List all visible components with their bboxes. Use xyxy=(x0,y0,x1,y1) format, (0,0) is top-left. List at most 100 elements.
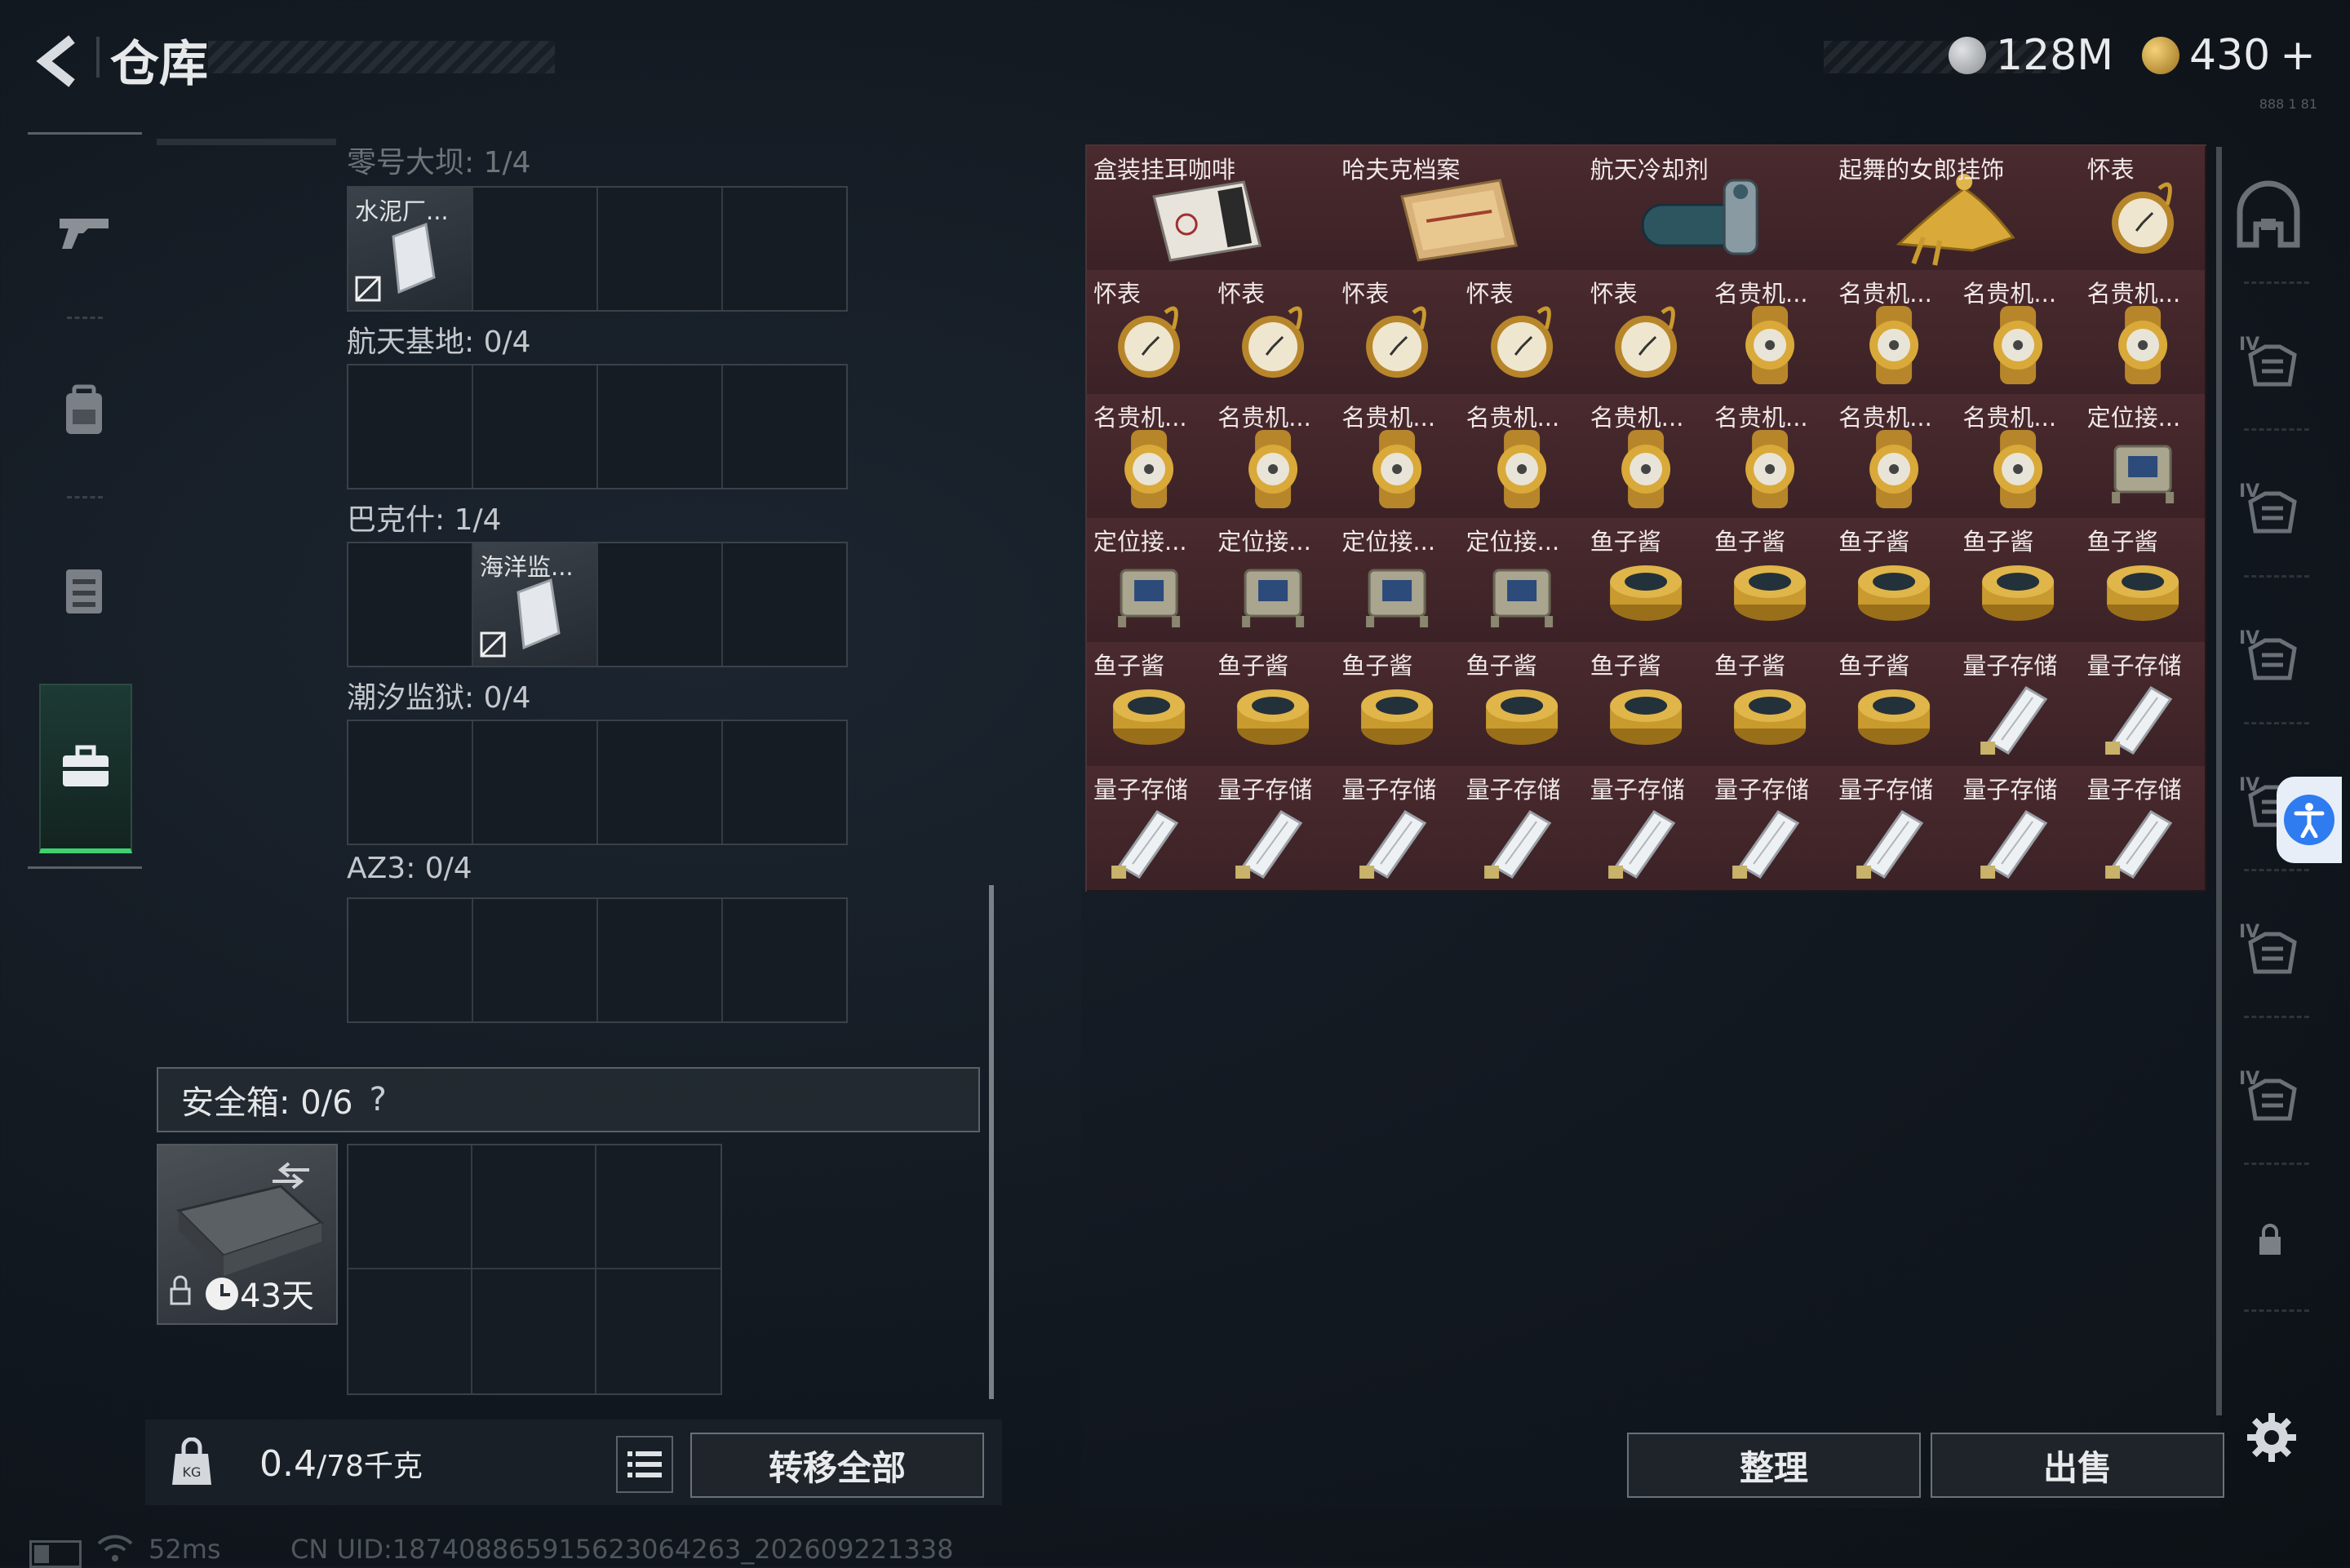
inventory-item[interactable]: 名贵机... xyxy=(1956,394,2082,520)
key-slot[interactable] xyxy=(473,899,598,1021)
key-slot[interactable] xyxy=(723,543,846,666)
inventory-item[interactable]: 航天冷却剂 xyxy=(1583,146,1834,272)
inventory-item[interactable]: 名贵机... xyxy=(2080,270,2206,396)
rail-armor-slot[interactable]: IV xyxy=(2237,330,2308,394)
inventory-item[interactable]: 定位接... xyxy=(1211,518,1337,644)
key-slot[interactable] xyxy=(473,721,598,844)
inventory-item[interactable]: 鱼子酱 xyxy=(1211,642,1337,768)
key-slot[interactable] xyxy=(598,899,723,1021)
sell-button[interactable]: 出售 xyxy=(1931,1433,2224,1498)
inventory-item[interactable]: 盒装挂耳咖啡 xyxy=(1087,146,1337,272)
inventory-item[interactable]: 鱼子酱 xyxy=(1335,642,1461,768)
rail-backpack[interactable] xyxy=(39,365,129,455)
back-button[interactable] xyxy=(24,29,90,94)
inventory-item[interactable]: 鱼子酱 xyxy=(1956,518,2082,644)
inventory-item[interactable]: 定位接... xyxy=(2080,394,2206,520)
inventory-item[interactable]: 量子存储 xyxy=(2080,766,2206,892)
rail-safebox-active[interactable] xyxy=(39,684,132,853)
safebox-slot[interactable] xyxy=(596,1145,721,1269)
inventory-item[interactable]: 名贵机... xyxy=(1459,394,1585,520)
inventory-item[interactable]: 鱼子酱 xyxy=(1708,518,1834,644)
key-slot[interactable] xyxy=(598,188,723,310)
key-slot[interactable] xyxy=(723,721,846,844)
inventory-item[interactable]: 怀表 xyxy=(1459,270,1585,396)
inventory-item[interactable]: 怀表 xyxy=(1335,270,1461,396)
add-currency-button[interactable]: + xyxy=(2280,31,2316,80)
inventory-item[interactable]: 名贵机... xyxy=(1832,394,1958,520)
inventory-item[interactable]: 鱼子酱 xyxy=(1832,518,1958,644)
sort-button[interactable]: 整理 xyxy=(1627,1433,1921,1498)
settings-button[interactable] xyxy=(2246,1411,2298,1467)
inventory-item[interactable]: 名贵机... xyxy=(1956,270,2082,396)
inventory-item[interactable]: 量子存储 xyxy=(1832,766,1958,892)
inventory-item[interactable]: 量子存储 xyxy=(1335,766,1461,892)
key-slot[interactable] xyxy=(598,721,723,844)
inventory-item[interactable]: 名贵机... xyxy=(1832,270,1958,396)
rail-vest[interactable] xyxy=(39,545,129,635)
rail-lock[interactable] xyxy=(2256,1224,2284,1260)
inventory-item[interactable]: 量子存储 xyxy=(1087,766,1213,892)
rail-helmet[interactable] xyxy=(2232,179,2305,256)
key-slot[interactable] xyxy=(348,899,473,1021)
safebox-slot[interactable] xyxy=(596,1269,721,1393)
inventory-item[interactable]: 鱼子酱 xyxy=(1583,642,1709,768)
inventory-item[interactable]: 定位接... xyxy=(1087,518,1213,644)
key-slot[interactable] xyxy=(723,188,846,310)
left-scrollbar[interactable] xyxy=(989,885,994,1399)
inventory-item[interactable]: 名贵机... xyxy=(1211,394,1337,520)
safebox-slot[interactable] xyxy=(472,1145,596,1269)
key-slot[interactable] xyxy=(348,365,473,488)
accessibility-button[interactable] xyxy=(2277,777,2342,863)
inventory-item[interactable]: 定位接... xyxy=(1335,518,1461,644)
inventory-item[interactable]: 鱼子酱 xyxy=(1832,642,1958,768)
key-slot[interactable] xyxy=(723,899,846,1021)
key-slot[interactable] xyxy=(473,188,598,310)
rail-weapon[interactable] xyxy=(39,186,129,276)
key-slot[interactable] xyxy=(473,365,598,488)
key-slot[interactable]: 水泥厂... xyxy=(348,188,473,310)
inventory-item[interactable]: 怀表 xyxy=(1087,270,1213,396)
inventory-item[interactable]: 名贵机... xyxy=(1335,394,1461,520)
inventory-item[interactable]: 鱼子酱 xyxy=(1087,642,1213,768)
key-slot[interactable] xyxy=(598,543,723,666)
inventory-item[interactable]: 哈夫克档案 xyxy=(1335,146,1585,272)
safebox-slot[interactable] xyxy=(472,1269,596,1393)
inventory-item[interactable]: 量子存储 xyxy=(1211,766,1337,892)
help-button[interactable]: ? xyxy=(370,1081,387,1118)
inventory-item[interactable]: 量子存储 xyxy=(2080,642,2206,768)
inventory-item[interactable]: 量子存储 xyxy=(1708,766,1834,892)
inventory-item[interactable]: 起舞的女郎挂饰 xyxy=(1832,146,2082,272)
key-slot[interactable] xyxy=(348,721,473,844)
rail-armor-slot[interactable]: IV xyxy=(2237,1065,2308,1128)
inventory-item[interactable]: 名贵机... xyxy=(1087,394,1213,520)
inventory-item[interactable]: 名贵机... xyxy=(1583,394,1709,520)
transfer-all-button[interactable]: 转移全部 xyxy=(690,1433,984,1498)
key-slot[interactable] xyxy=(598,365,723,488)
safebox-slot[interactable] xyxy=(348,1145,472,1269)
inventory-item[interactable]: 量子存储 xyxy=(1956,766,2082,892)
rail-armor-slot[interactable]: IV xyxy=(2237,624,2308,688)
currency-premium[interactable]: 430 + xyxy=(2142,31,2316,80)
inventory-item[interactable]: 定位接... xyxy=(1459,518,1585,644)
key-slot[interactable] xyxy=(723,365,846,488)
inventory-item[interactable]: 怀表 xyxy=(2080,146,2206,272)
inventory-item[interactable]: 量子存储 xyxy=(1583,766,1709,892)
inventory-item[interactable]: 鱼子酱 xyxy=(1708,642,1834,768)
list-view-button[interactable] xyxy=(616,1436,673,1493)
inventory-item[interactable]: 怀表 xyxy=(1583,270,1709,396)
right-scrollbar[interactable] xyxy=(2216,147,2222,1415)
inventory-item[interactable]: 量子存储 xyxy=(1459,766,1585,892)
safebox-slot[interactable] xyxy=(348,1269,472,1393)
key-slot[interactable] xyxy=(348,543,473,666)
inventory-item[interactable]: 鱼子酱 xyxy=(1583,518,1709,644)
rail-armor-slot[interactable]: IV xyxy=(2237,477,2308,541)
inventory-item[interactable]: 鱼子酱 xyxy=(1459,642,1585,768)
safebox-case[interactable]: 43天 xyxy=(157,1144,338,1325)
key-slot[interactable]: 海洋监... xyxy=(473,543,598,666)
inventory-item[interactable]: 名贵机... xyxy=(1708,270,1834,396)
inventory-item[interactable]: 量子存储 xyxy=(1956,642,2082,768)
inventory-item[interactable]: 怀表 xyxy=(1211,270,1337,396)
rail-armor-slot[interactable]: IV xyxy=(2237,918,2308,981)
inventory-item[interactable]: 鱼子酱 xyxy=(2080,518,2206,644)
inventory-item[interactable]: 名贵机... xyxy=(1708,394,1834,520)
